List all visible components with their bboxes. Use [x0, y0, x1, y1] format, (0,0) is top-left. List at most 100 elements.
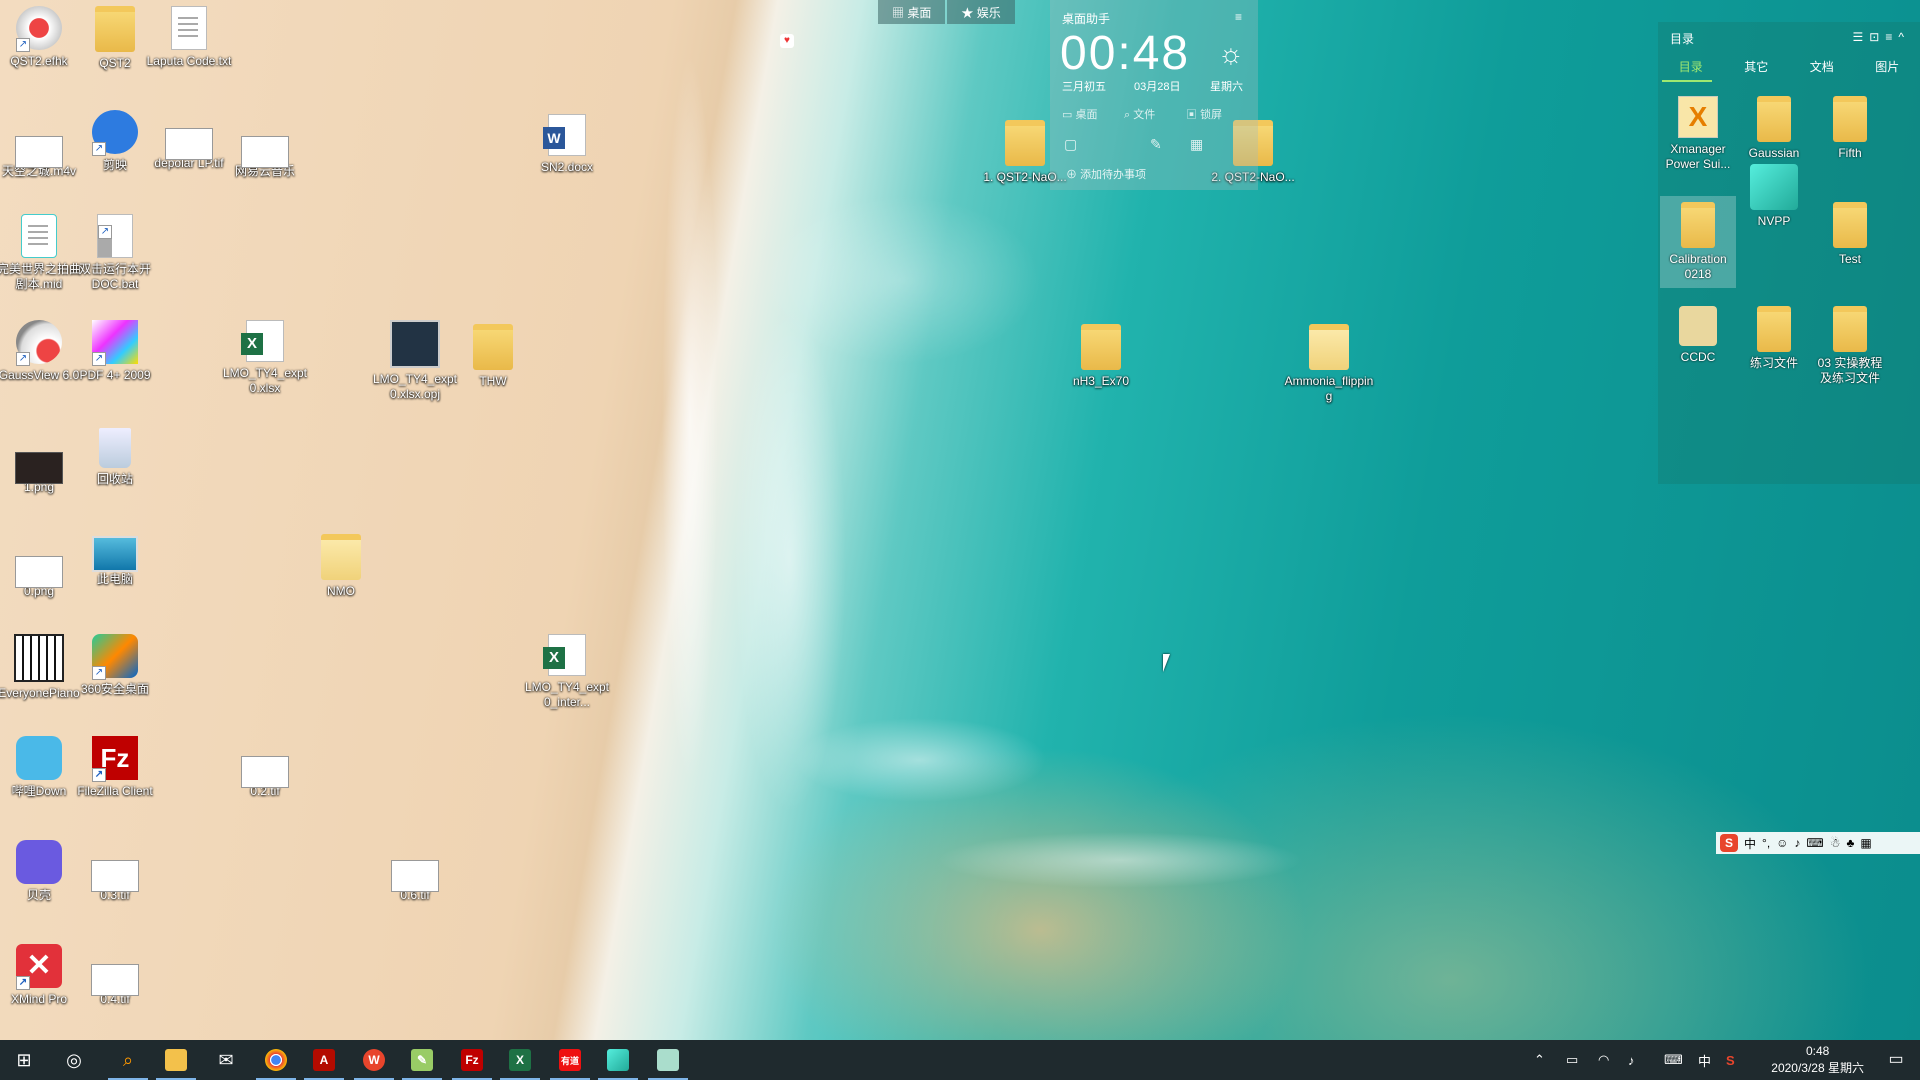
- todo-add[interactable]: ⊕ 添加待办事项: [1066, 166, 1146, 182]
- taskbar-search[interactable]: ⌕: [104, 1040, 152, 1080]
- desktop-icon-lmo-inter[interactable]: LMO_TY4_expt0_inter...: [522, 634, 612, 710]
- image-thumb-icon: [391, 860, 439, 892]
- catalog-tab-catalog[interactable]: 目录: [1679, 58, 1703, 75]
- tool-file[interactable]: ⌕ 文件: [1124, 106, 1155, 122]
- taskbar-file-explorer[interactable]: [152, 1040, 200, 1080]
- taskbar-notes[interactable]: [644, 1040, 692, 1080]
- windows-logo-icon: ⊞: [16, 1049, 32, 1070]
- catalog-item-tutorial[interactable]: 03 实操教程及练习文件: [1812, 306, 1888, 386]
- lock-icon[interactable]: ⊡: [1869, 30, 1885, 44]
- mail-icon: ✉: [218, 1049, 234, 1070]
- pin-marker-icon[interactable]: ♥: [780, 34, 794, 48]
- catalog-tab-other[interactable]: 其它: [1744, 58, 1768, 75]
- chevron-up-icon: ⌃: [1534, 1052, 1545, 1067]
- tray-expand[interactable]: ⌃: [1534, 1040, 1545, 1080]
- taskbar-chrome[interactable]: [252, 1040, 300, 1080]
- desktop-icon-04-tif[interactable]: 0.4.tif: [70, 956, 160, 1007]
- taskbar-acrobat[interactable]: A: [300, 1040, 348, 1080]
- sogou-icon[interactable]: S: [1720, 834, 1738, 852]
- desktop-icon-filezilla[interactable]: FzFileZilla Client: [70, 736, 160, 799]
- ime-lang[interactable]: 中: [1744, 835, 1756, 852]
- add-icon: ⊕: [1066, 169, 1081, 181]
- tray-keyboard[interactable]: ⌨: [1664, 1040, 1683, 1080]
- sun-icon: ☼: [1218, 38, 1244, 69]
- tray-volume[interactable]: ♪: [1628, 1040, 1635, 1080]
- filezilla-icon: Fz: [461, 1049, 483, 1071]
- tray-ime-lang[interactable]: 中: [1698, 1040, 1711, 1080]
- desktop-icon-netease[interactable]: 网易云音乐: [220, 128, 310, 179]
- catalog-item-nvpp[interactable]: NVPP: [1736, 164, 1812, 229]
- skin-icon[interactable]: ♣: [1847, 836, 1855, 850]
- taskbar-clock[interactable]: 0:48 2020/3/28 星期六: [1771, 1043, 1864, 1077]
- tray-battery[interactable]: ▭: [1566, 1040, 1578, 1080]
- desktop-icon-06-tif[interactable]: 0.6.tif: [370, 852, 460, 903]
- tray-sogou[interactable]: S: [1726, 1040, 1735, 1080]
- edit-icon[interactable]: ✎: [1150, 136, 1162, 153]
- bilidown-app-icon: [16, 736, 62, 780]
- desktop-icon-laputa-code[interactable]: Laputa Code.txt: [144, 6, 234, 69]
- tool-lock[interactable]: ▣ 锁屏: [1186, 106, 1222, 122]
- wps-icon: W: [363, 1049, 385, 1071]
- cortana-button[interactable]: ◎: [50, 1040, 98, 1080]
- catalog-item-xmanager[interactable]: X Xmanager Power Sui...: [1660, 96, 1736, 172]
- punctuation-icon[interactable]: °,: [1762, 836, 1770, 850]
- taskbar-youdao[interactable]: 有道: [546, 1040, 594, 1080]
- start-button[interactable]: ⊞: [0, 1040, 48, 1080]
- pdf4-app-icon: [92, 320, 138, 366]
- catalog-item-fifth[interactable]: Fifth: [1812, 96, 1888, 161]
- taskbar-mail[interactable]: ✉: [202, 1040, 250, 1080]
- menu-icon[interactable]: ≡: [1235, 10, 1242, 24]
- folder-icon: [321, 534, 361, 580]
- emoji-icon[interactable]: ☺: [1776, 836, 1788, 850]
- menu-icon[interactable]: ≡: [1885, 30, 1898, 44]
- catalog-item-gaussian[interactable]: Gaussian: [1736, 96, 1812, 161]
- calculator-icon[interactable]: ▦: [1190, 136, 1203, 153]
- folder-icon: [1757, 96, 1791, 142]
- 360-app-icon: [92, 634, 138, 680]
- desktop-icon-lmo-xlsx[interactable]: LMO_TY4_expt0.xlsx: [220, 320, 310, 396]
- desktop-icon-ammonia-flipping[interactable]: Ammonia_flipping: [1284, 324, 1374, 404]
- catalog-tab-images[interactable]: 图片: [1875, 58, 1899, 75]
- desktop-icon-pdf4[interactable]: PDF 4+ 2009: [70, 320, 160, 383]
- gaussview-file-icon: [16, 6, 62, 52]
- desktop-icon-360[interactable]: 360安全桌面: [70, 634, 160, 697]
- catalog-item-calibration[interactable]: Calibration 0218: [1660, 196, 1736, 288]
- tool-icon-1[interactable]: ▢: [1064, 136, 1077, 153]
- tab-desktop[interactable]: ▦ 桌面: [878, 0, 946, 24]
- catalog-item-test[interactable]: Test: [1812, 202, 1888, 267]
- catalog-item-ccdc[interactable]: CCDC: [1660, 306, 1736, 365]
- tray-network[interactable]: ◠: [1598, 1040, 1609, 1080]
- grid-icon[interactable]: ▦: [1860, 836, 1871, 850]
- taskbar-gaussview[interactable]: [594, 1040, 642, 1080]
- desktop-icon-03-tif[interactable]: 0.3.tif: [70, 852, 160, 903]
- tab-entertainment[interactable]: ★ 娱乐: [947, 0, 1015, 24]
- taskbar-excel[interactable]: X: [496, 1040, 544, 1080]
- collapse-icon[interactable]: ^: [1898, 30, 1910, 44]
- tool-desktop[interactable]: ▭ 桌面: [1062, 106, 1097, 122]
- desktop-icon-thw[interactable]: THW: [448, 324, 538, 389]
- desktop-icon-nh3-ex70[interactable]: nH3_Ex70: [1056, 324, 1146, 389]
- desktop-icon-nmo[interactable]: NMO: [296, 534, 386, 599]
- desktop-icon-sn2-docx[interactable]: SN2.docx: [522, 114, 612, 175]
- keyboard-icon[interactable]: ⌨: [1806, 836, 1823, 850]
- notification-center-button[interactable]: ▭: [1884, 1048, 1908, 1072]
- taskbar-notepad[interactable]: ✎: [398, 1040, 446, 1080]
- xmind-app-icon: ✕: [16, 944, 62, 990]
- folder-icon: [1005, 120, 1045, 166]
- user-icon[interactable]: ☃: [1830, 836, 1841, 850]
- wifi-icon: ◠: [1598, 1052, 1610, 1067]
- catalog-item-practice[interactable]: 练习文件: [1736, 306, 1812, 371]
- desktop-icon-this-pc[interactable]: 此电脑: [70, 532, 160, 587]
- taskbar-filezilla[interactable]: Fz: [448, 1040, 496, 1080]
- catalog-tab-docs[interactable]: 文档: [1810, 58, 1834, 75]
- desktop-icon-recycle-bin[interactable]: 回收站: [70, 428, 160, 487]
- desktop-icon-lmo-opj[interactable]: LMO_TY4_expt0.xlsx.opj: [370, 320, 460, 402]
- word-doc-icon: [543, 114, 586, 156]
- list-icon[interactable]: ☰: [1853, 30, 1870, 44]
- taskbar-wps[interactable]: W: [350, 1040, 398, 1080]
- desktop-icon-02-tif[interactable]: 0.2.tif: [220, 748, 310, 799]
- mic-icon[interactable]: ♪: [1794, 836, 1800, 850]
- desktop-icon-bat[interactable]: 双击运行本开DOC.bat: [70, 214, 160, 292]
- piano-app-icon: [14, 634, 64, 682]
- bat-file-icon: [97, 214, 133, 258]
